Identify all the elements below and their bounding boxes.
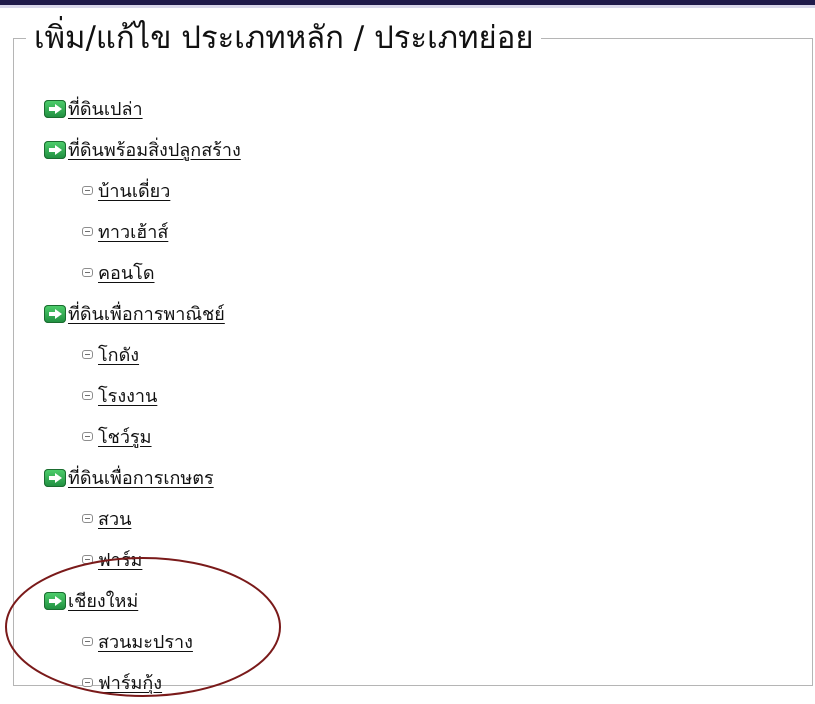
green-arrow-icon — [44, 140, 66, 159]
top-border-shadow — [0, 5, 815, 8]
sub-category-link[interactable]: โกดัง — [98, 340, 139, 369]
sub-category-link[interactable]: คอนโด — [98, 258, 155, 287]
main-category-link[interactable]: ที่ดินเพื่อการพาณิชย์ — [68, 299, 225, 328]
sub-category-link[interactable]: โชว์รูม — [98, 422, 152, 451]
minus-box-icon — [82, 186, 93, 195]
sub-category-row: โชว์รูม — [37, 416, 597, 457]
sub-category-row: สวน — [37, 498, 597, 539]
sub-category-row: คอนโด — [37, 252, 597, 293]
sub-category-link[interactable]: ทาวเฮ้าส์ — [98, 217, 168, 246]
main-category-row: ที่ดินเพื่อการพาณิชย์ — [37, 293, 597, 334]
main-category-link[interactable]: ที่ดินพร้อมสิ่งปลูกสร้าง — [68, 135, 241, 164]
sub-category-row: โรงงาน — [37, 375, 597, 416]
main-category-link[interactable]: ที่ดินเปล่า — [68, 94, 143, 123]
minus-box-icon — [82, 350, 93, 359]
sub-category-link[interactable]: โรงงาน — [98, 381, 157, 410]
red-highlight-circle — [5, 557, 281, 697]
main-category-row: ที่ดินเปล่า — [37, 88, 597, 129]
sub-category-row: ทาวเฮ้าส์ — [37, 211, 597, 252]
main-category-link[interactable]: ที่ดินเพื่อการเกษตร — [68, 463, 214, 492]
green-arrow-icon — [44, 304, 66, 323]
panel-title: เพิ่ม/แก้ไข ประเภทหลัก / ประเภทย่อย — [26, 16, 542, 60]
sub-category-row: บ้านเดี่ยว — [37, 170, 597, 211]
main-category-row: ที่ดินเพื่อการเกษตร — [37, 457, 597, 498]
minus-box-icon — [82, 391, 93, 400]
sub-category-row: โกดัง — [37, 334, 597, 375]
sub-category-link[interactable]: บ้านเดี่ยว — [98, 176, 170, 205]
green-arrow-icon — [44, 99, 66, 118]
sub-category-link[interactable]: สวน — [98, 504, 131, 533]
minus-box-icon — [82, 227, 93, 236]
main-category-row: ที่ดินพร้อมสิ่งปลูกสร้าง — [37, 129, 597, 170]
green-arrow-icon — [44, 468, 66, 487]
minus-box-icon — [82, 268, 93, 277]
minus-box-icon — [82, 514, 93, 523]
minus-box-icon — [82, 432, 93, 441]
